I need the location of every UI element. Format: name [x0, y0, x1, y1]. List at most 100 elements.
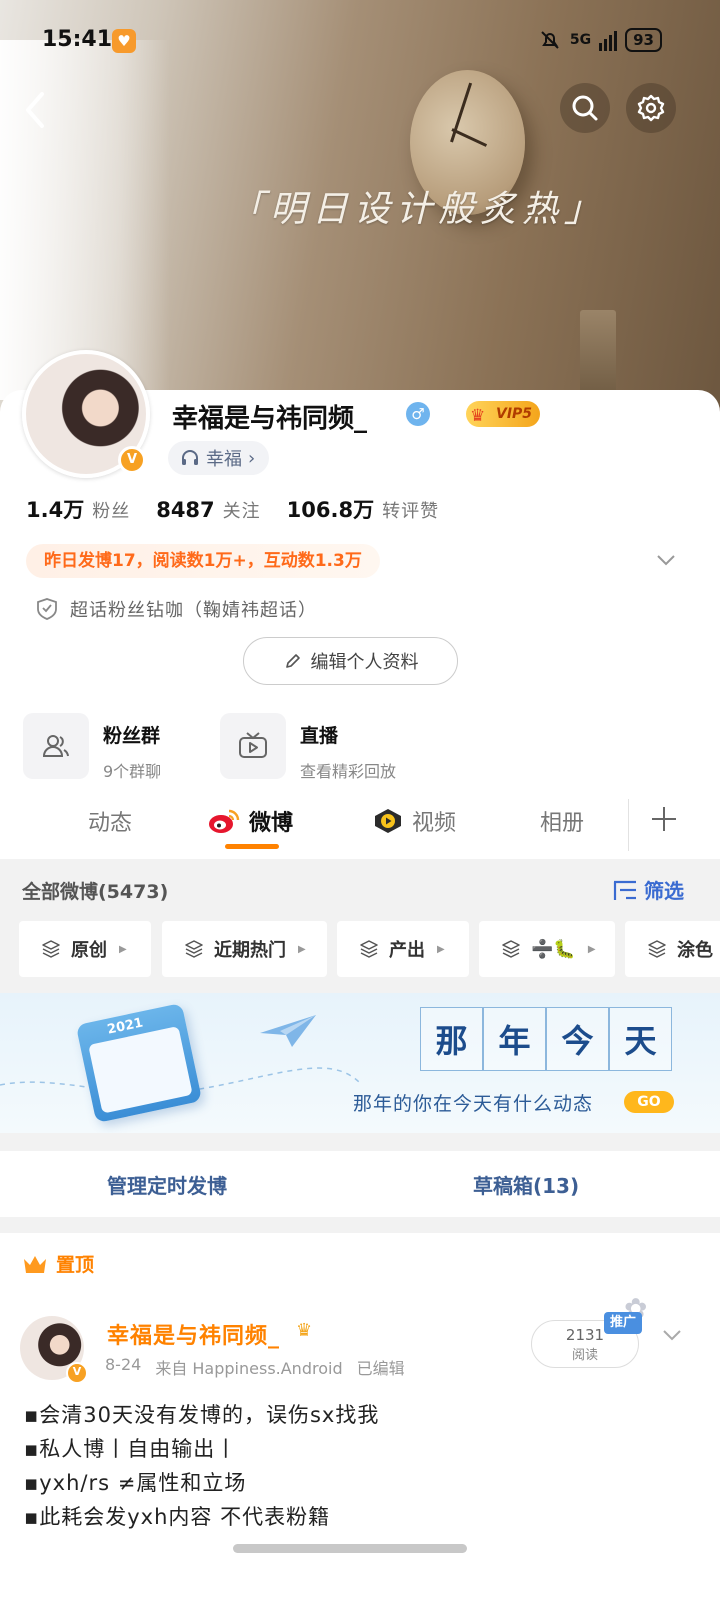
- layers-icon: [42, 940, 60, 958]
- battery-indicator: 93: [625, 28, 662, 52]
- profile-nickname: 幸福是与祎同频_: [172, 404, 368, 434]
- cover-slogan: 「明日设计般炙热」: [228, 189, 607, 230]
- chip-arrow-icon: ▶: [298, 943, 306, 955]
- calendar-paper: [88, 1026, 193, 1114]
- likes-stat[interactable]: 106.8万 转评赞: [287, 494, 439, 524]
- yesterday-summary[interactable]: 昨日发博17，阅读数1万+，互动数1.3万: [26, 544, 380, 578]
- chevron-down-icon[interactable]: [660, 1326, 684, 1344]
- edit-profile-button[interactable]: 编辑个人资料: [243, 637, 458, 685]
- settings-button[interactable]: [626, 83, 676, 133]
- tab-label: 动态: [88, 811, 133, 836]
- weibo-logo-icon: [209, 809, 240, 833]
- status-time: 15:41: [42, 27, 113, 52]
- feed-filter-area: 全部微博(5473) 筛选 原创 ▶ 近期热门 ▶ 产出 ▶ ➗🐛 ▶ 涂色: [0, 859, 720, 993]
- people-icon: [42, 735, 69, 757]
- post-author[interactable]: 幸福是与祎同频_: [107, 1318, 280, 1350]
- edit-profile-label: 编辑个人资料: [310, 652, 419, 673]
- stat-label: 关注: [222, 501, 261, 522]
- search-button[interactable]: [560, 83, 610, 133]
- post-line: ▪私人博丨自由输出丨: [24, 1437, 238, 1461]
- fan-group-icon-box: [23, 713, 89, 779]
- section-gap: [0, 1217, 720, 1233]
- tab-dynamics[interactable]: 动态: [88, 805, 132, 837]
- title-char: 天: [609, 1007, 672, 1071]
- tab-video[interactable]: 视频: [372, 805, 456, 837]
- layers-icon: [360, 940, 378, 958]
- chip-arrow-icon: ▶: [587, 943, 596, 955]
- vip-badge[interactable]: ♛ VIP5: [466, 401, 541, 427]
- go-button[interactable]: GO: [624, 1091, 674, 1113]
- stat-label: 转评赞: [382, 501, 440, 522]
- chip-label: ➗🐛: [531, 938, 576, 960]
- filter-button[interactable]: 筛选: [612, 875, 684, 904]
- home-indicator[interactable]: [233, 1544, 467, 1553]
- music-tag-label: 幸福: [206, 449, 242, 470]
- manage-row: 管理定时发博 草稿箱(13): [0, 1151, 720, 1217]
- fan-group-entry[interactable]: 粉丝群 9个群聊: [23, 713, 161, 782]
- live-entry[interactable]: 直播 查看精彩回放: [220, 713, 396, 782]
- gear-icon: [637, 94, 665, 122]
- feature-subtitle: 9个群聊: [103, 762, 162, 781]
- tab-weibo[interactable]: 微博: [207, 805, 293, 837]
- wall-switch: [580, 310, 616, 400]
- filter-chip[interactable]: 近期热门 ▶: [162, 921, 327, 977]
- tab-label: 相册: [540, 811, 585, 836]
- layers-icon: [502, 940, 520, 958]
- post-date: 8-24: [105, 1355, 142, 1374]
- followers-stat[interactable]: 1.4万 粉丝: [26, 494, 130, 524]
- filter-icon: [613, 880, 636, 900]
- on-this-day-title: 那 年 今 天: [420, 1007, 672, 1071]
- profile-tabs: 动态 微博 视频 相册: [0, 795, 720, 859]
- post-body: ▪会清30天没有发博的，误伤sx找我 ▪私人博丨自由输出丨 ▪yxh/rs ≠属…: [24, 1398, 379, 1534]
- headphones-icon: [182, 450, 198, 465]
- pinned-label: 置顶: [22, 1250, 94, 1277]
- signal-icon: [599, 29, 618, 51]
- tab-divider: [628, 799, 629, 851]
- male-gender-icon: ♂: [406, 402, 430, 426]
- on-this-day-banner[interactable]: 2021 那 年 今 天 那年的你在今天有什么动态 GO: [0, 993, 720, 1133]
- title-char: 那: [420, 1007, 483, 1071]
- feature-title: 粉丝群: [103, 725, 161, 747]
- filter-chip[interactable]: 涂色: [625, 921, 720, 977]
- mute-bell-icon: [541, 31, 559, 49]
- chip-label: 产出: [389, 940, 425, 961]
- active-tab-indicator: [225, 844, 279, 849]
- network-label: 5G: [569, 32, 592, 48]
- pinned-text: 置顶: [56, 1254, 95, 1276]
- heart-app-icon: ♥: [112, 29, 136, 53]
- following-stat[interactable]: 8487 关注: [156, 497, 260, 523]
- drafts-button[interactable]: 草稿箱(13): [473, 1170, 579, 1199]
- chevron-down-icon[interactable]: [654, 550, 678, 570]
- banner-subtitle: 那年的你在今天有什么动态: [353, 1093, 594, 1115]
- filter-chip[interactable]: 产出 ▶: [337, 921, 469, 977]
- post-edited: 已编辑: [356, 1359, 405, 1378]
- stat-value: 1.4万: [26, 498, 85, 522]
- post-line: ▪会清30天没有发博的，误伤sx找我: [24, 1403, 380, 1427]
- paper-plane-icon: [260, 1015, 316, 1047]
- filter-label: 筛选: [644, 879, 684, 903]
- supertopic-badge[interactable]: 超话粉丝钻咖（鞠婧祎超话）: [36, 596, 317, 622]
- chip-arrow-icon: ▶: [437, 943, 445, 955]
- scheduled-posts-button[interactable]: 管理定时发博: [107, 1170, 227, 1199]
- crown-icon: [24, 1255, 46, 1273]
- title-char: 年: [483, 1007, 546, 1071]
- post-source: 来自 Happiness.Android: [155, 1359, 343, 1378]
- filter-chips: 原创 ▶ 近期热门 ▶ 产出 ▶ ➗🐛 ▶ 涂色: [19, 921, 720, 977]
- profile-avatar[interactable]: V: [22, 350, 150, 478]
- filter-chip[interactable]: ➗🐛 ▶: [479, 921, 615, 977]
- stat-value: 8487: [156, 498, 215, 522]
- search-icon: [572, 95, 598, 121]
- chip-label: 涂色: [677, 940, 713, 961]
- filter-chip[interactable]: 原创 ▶: [19, 921, 151, 977]
- tab-label: 视频: [412, 811, 457, 836]
- crown-icon: ♛: [470, 406, 486, 426]
- post-avatar[interactable]: V: [20, 1316, 88, 1384]
- plus-icon[interactable]: [648, 803, 680, 835]
- tab-album[interactable]: 相册: [540, 805, 584, 837]
- back-icon[interactable]: [18, 88, 58, 132]
- music-tag[interactable]: 幸福 ›: [168, 441, 270, 475]
- promote-badge[interactable]: 推广: [604, 1312, 643, 1334]
- pencil-icon: [285, 654, 300, 668]
- shield-icon: [37, 598, 57, 620]
- verified-badge-icon: V: [118, 446, 146, 474]
